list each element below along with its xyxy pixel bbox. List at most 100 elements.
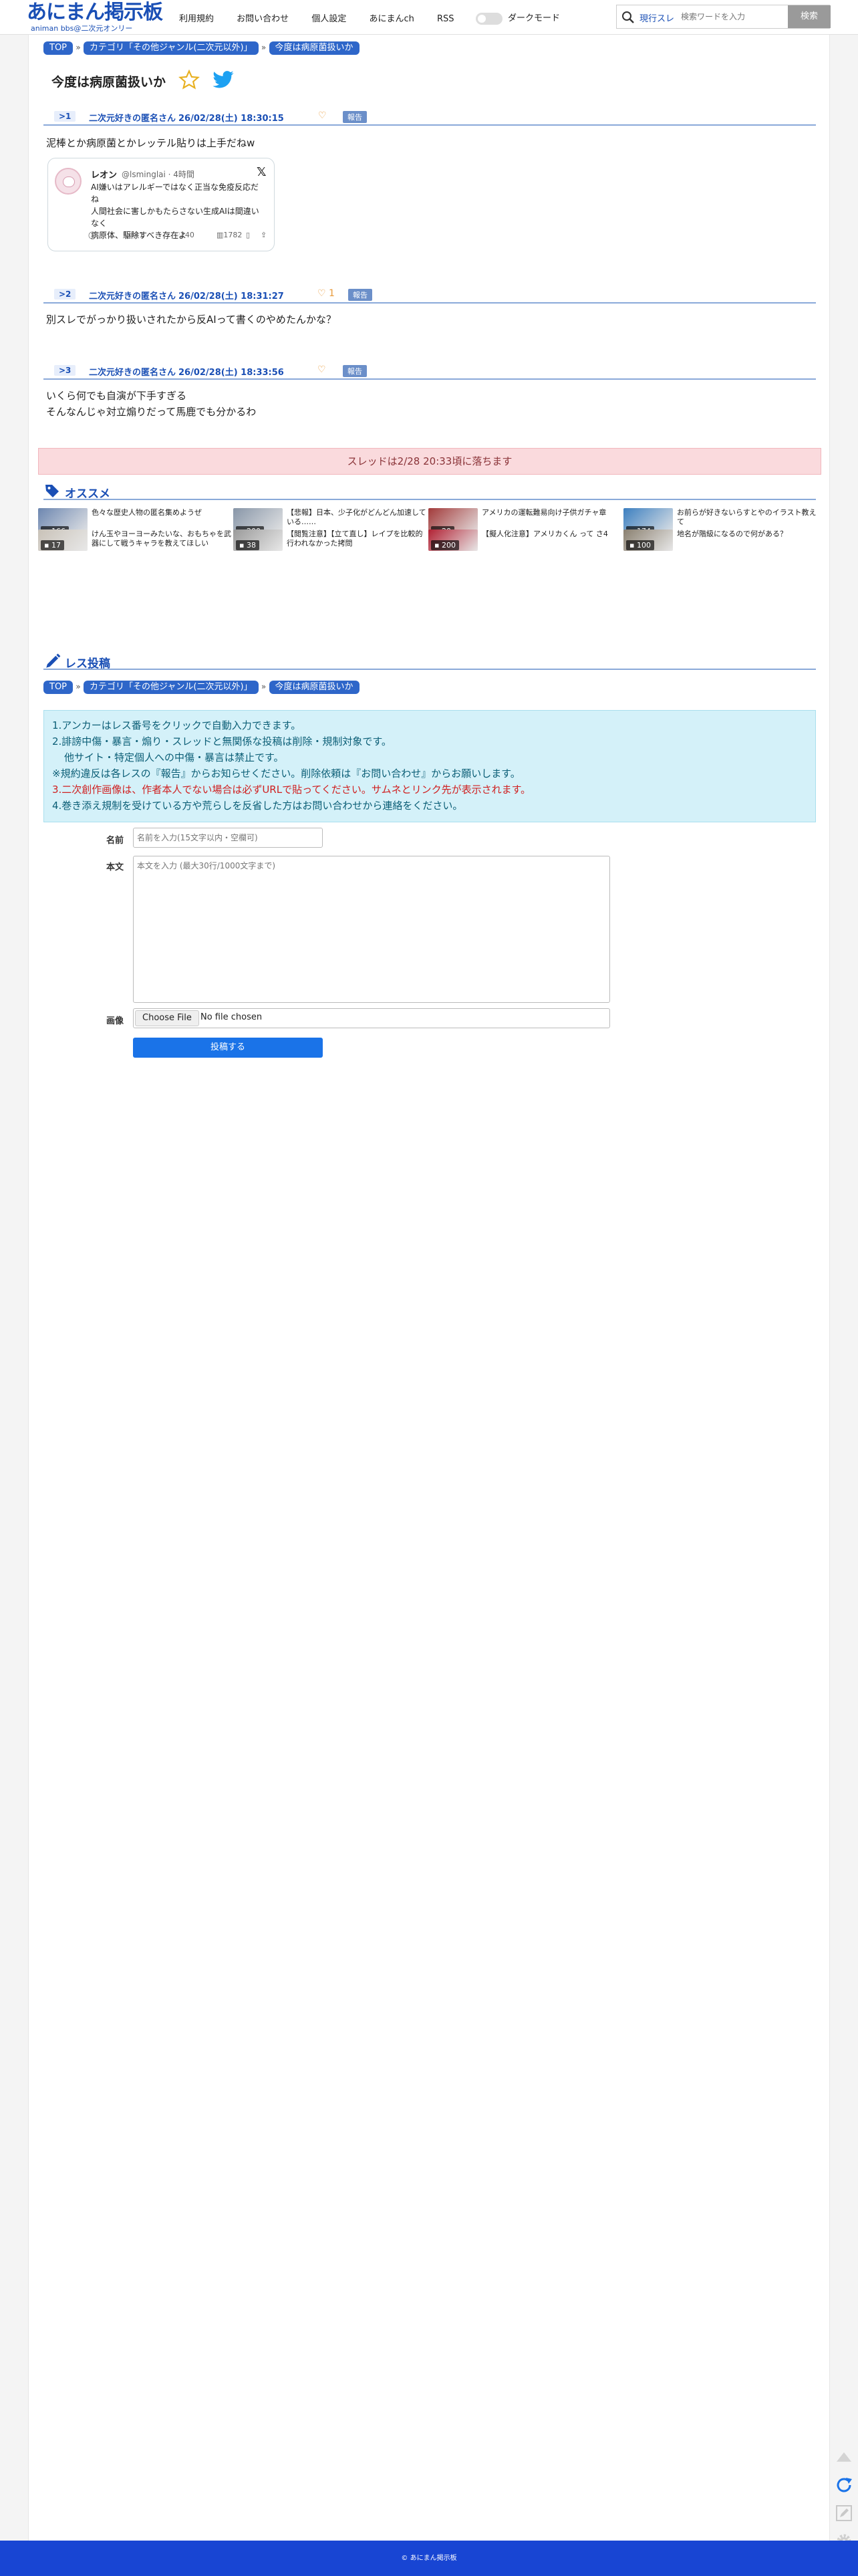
thread-title-row: 今度は病原菌扱いか	[51, 69, 235, 90]
name-field[interactable]	[133, 828, 323, 848]
post-body: 泥棒とか病原菌とかレッテル貼りは上手だねw	[46, 135, 255, 151]
search-scope[interactable]: 現行スレ	[639, 11, 674, 24]
like-heart-icon[interactable]: ♡	[318, 110, 327, 121]
twitter-bird-icon[interactable]	[212, 70, 235, 90]
image-label: 画像	[106, 1016, 124, 1026]
reply-icon[interactable]: ◯	[88, 231, 96, 239]
rule-line: 他サイト・特定個人への中傷・暴言は禁止です。	[64, 751, 284, 764]
nav-animanch[interactable]: あにまんch	[369, 14, 414, 24]
post-header: >2 二次元好きの匿名さん 26/02/28(土) 18:31:27 ♡ 1 報…	[43, 288, 816, 304]
recommend-item[interactable]: ▪ 38 【閲覧注意】【立て直し】レイプを比較的行われなかった拷問	[233, 530, 428, 559]
post-number[interactable]: >2	[54, 289, 76, 300]
report-button[interactable]: 報告	[343, 111, 367, 123]
breadcrumb-thread[interactable]: 今度は病原菌扱いか	[269, 41, 360, 55]
rule-line: 1.アンカーはレス番号をクリックで自動入力できます。	[52, 719, 301, 731]
thread-drop-notice: スレッドは2/28 20:33頃に落ちます	[38, 448, 821, 475]
recommend-title-text[interactable]: お前らが好きないらすとやのイラスト教えて	[677, 508, 817, 527]
recommend-thumbnail[interactable]: ▪ 38	[233, 530, 283, 551]
bookmark-icon[interactable]: ▯	[246, 231, 250, 239]
breadcrumb-separator: »	[261, 43, 267, 52]
recommend-title-text[interactable]: アメリカの運転難易向け子供ガチャ章	[482, 508, 622, 527]
views-icon[interactable]: ▥ 1782	[217, 231, 242, 239]
tag-icon	[45, 485, 59, 497]
recommend-title: オススメ	[65, 487, 110, 501]
recommend-item[interactable]: ▪ 166色々な歴史人物の匿名集めようぜ	[38, 508, 233, 538]
rule-line: ※規約違反は各レスの『報告』からお知らせください。削除依頼は『お問い合わせ』から…	[52, 768, 521, 780]
tweet-line: AI嫌いはアレルギーではなく正当な免疫反応だね	[91, 183, 259, 204]
post-author: 二次元好きの匿名さん	[89, 114, 176, 124]
body-textarea[interactable]	[133, 856, 610, 1003]
recommend-title-text[interactable]: 【擬人化注意】アメリカくん って さ4	[482, 530, 622, 548]
rule-line: 2.誹謗中傷・暴言・煽り・スレッドと無関係な投稿は削除・規制対象です。	[52, 735, 392, 747]
search-button[interactable]: 検索	[788, 5, 831, 28]
breadcrumb-separator: »	[261, 682, 267, 691]
embedded-tweet[interactable]: レオン @lsminglai · 4時間 𝕏 AI嫌いはアレルギーではなく正当な…	[47, 158, 275, 251]
post-body: いくら何でも自演が下手すぎる そんなんじゃ対立煽りだって馬鹿でも分かるわ	[46, 388, 256, 420]
recommend-item[interactable]: ▪ 174お前らが好きないらすとやのイラスト教えて	[623, 508, 819, 538]
like-heart-icon[interactable]: ♡	[317, 364, 326, 375]
tweet-handle: @lsminglai · 4時間	[122, 170, 194, 179]
image-file-input[interactable]: Choose File No file chosen	[133, 1008, 610, 1028]
write-icon[interactable]	[833, 2502, 855, 2525]
reply-count-badge: ▪ 200	[431, 540, 459, 550]
breadcrumb-category[interactable]: カテゴリ「その他ジャンル(二次元以外)」	[84, 681, 259, 694]
post-number[interactable]: >3	[54, 365, 76, 376]
retweet-icon[interactable]: ⇄ 41	[128, 231, 144, 239]
recommend-title-text[interactable]: 地名が階級になるので何がある？	[677, 530, 817, 548]
recommend-title-text[interactable]: 【悲報】日本、少子化がどんどん加速している……	[287, 508, 427, 527]
body-label: 本文	[106, 862, 124, 872]
recommend-item[interactable]: ▪ 100 地名が階級になるので何がある？	[623, 530, 819, 559]
recommend-item[interactable]: ▪ 200【悲報】日本、少子化がどんどん加速している……	[233, 508, 428, 538]
pencil-icon	[46, 653, 61, 668]
recommend-item[interactable]: ▪ 200 【擬人化注意】アメリカくん って さ4	[428, 530, 623, 559]
submit-button[interactable]: 投稿する	[133, 1038, 323, 1058]
toggle-switch[interactable]	[476, 12, 503, 25]
post-number[interactable]: >1	[54, 111, 76, 122]
dark-mode-toggle[interactable]: ダークモード	[476, 11, 560, 25]
recommend-item[interactable]: ▪ 17 けん玉やヨーヨーみたいな、おもちゃを武器にして戦うキャラを教えてほしい	[38, 530, 233, 559]
reload-icon[interactable]	[833, 2474, 855, 2496]
like-count: 1	[329, 288, 335, 299]
search-input[interactable]	[681, 9, 780, 24]
rule-line: 3.二次創作画像は、作者本人でない場合は必ずURLで貼ってください。サムネとリン…	[52, 784, 531, 796]
recommend-item[interactable]: ▪ 20アメリカの運転難易向け子供ガチャ章	[428, 508, 623, 538]
like-heart-icon[interactable]: ♡ 1	[317, 288, 335, 299]
choose-file-button[interactable]: Choose File	[135, 1010, 199, 1026]
post-header: >1 二次元好きの匿名さん 26/02/28(土) 18:30:15 ♡ 報告	[43, 110, 816, 126]
reply-count-badge: ▪ 38	[236, 540, 259, 550]
nav-settings[interactable]: 個人設定	[311, 14, 346, 24]
recommend-thumbnail[interactable]: ▪ 100	[623, 530, 673, 551]
recommend-thumbnail[interactable]: ▪ 17	[38, 530, 88, 551]
breadcrumb-thread[interactable]: 今度は病原菌扱いか	[269, 681, 360, 694]
report-button[interactable]: 報告	[348, 289, 372, 301]
heart-count: 240	[180, 231, 194, 239]
nav-rss[interactable]: RSS	[437, 14, 454, 24]
share-icon[interactable]: ⇪	[261, 231, 267, 239]
tweet-actions: ◯ ⇄ 41 ♡ 240 ▥ 1782 ▯ ⇪	[88, 231, 269, 244]
recommend-title-text[interactable]: 【閲覧注意】【立て直し】レイプを比較的行われなかった拷問	[287, 530, 427, 548]
site-logo[interactable]: あにまん掲示板 animan bbs@二次元オンリー	[27, 1, 167, 33]
breadcrumb-top[interactable]: TOP	[43, 41, 74, 55]
breadcrumb: TOP» カテゴリ「その他ジャンル(二次元以外)」» 今度は病原菌扱いか	[43, 681, 360, 694]
nav-terms[interactable]: 利用規約	[179, 14, 214, 24]
post-line: いくら何でも自演が下手すぎる	[46, 390, 187, 402]
breadcrumb-top[interactable]: TOP	[43, 681, 74, 694]
breadcrumb-separator: »	[76, 682, 81, 691]
nav-contact[interactable]: お問い合わせ	[237, 14, 289, 24]
post-header: >3 二次元好きの匿名さん 26/02/28(土) 18:33:56 ♡ 報告	[43, 364, 816, 380]
report-button[interactable]: 報告	[343, 365, 367, 377]
scroll-top-icon[interactable]	[833, 2446, 855, 2468]
recommend-title-text[interactable]: 色々な歴史人物の匿名集めようぜ	[92, 508, 232, 527]
x-logo-icon: 𝕏	[257, 165, 267, 179]
recommend-thumbnail[interactable]: ▪ 200	[428, 530, 478, 551]
breadcrumb: TOP» カテゴリ「その他ジャンル(二次元以外)」» 今度は病原菌扱いか	[43, 41, 360, 55]
favorite-star-icon[interactable]	[178, 69, 200, 90]
recommend-title-text[interactable]: けん玉やヨーヨーみたいな、おもちゃを武器にして戦うキャラを教えてほしい	[92, 530, 232, 548]
post-date: 26/02/28(土) 18:30:15	[178, 114, 284, 124]
main-content: TOP» カテゴリ「その他ジャンル(二次元以外)」» 今度は病原菌扱いか 今度は病原…	[28, 35, 830, 2541]
dark-mode-label: ダークモード	[508, 13, 561, 23]
logo-title[interactable]: あにまん掲示板	[27, 1, 163, 24]
heart-icon[interactable]: ♡ 240	[174, 231, 194, 239]
breadcrumb-category[interactable]: カテゴリ「その他ジャンル(二次元以外)」	[84, 41, 259, 55]
search-box: 現行スレ 検索	[616, 5, 831, 29]
